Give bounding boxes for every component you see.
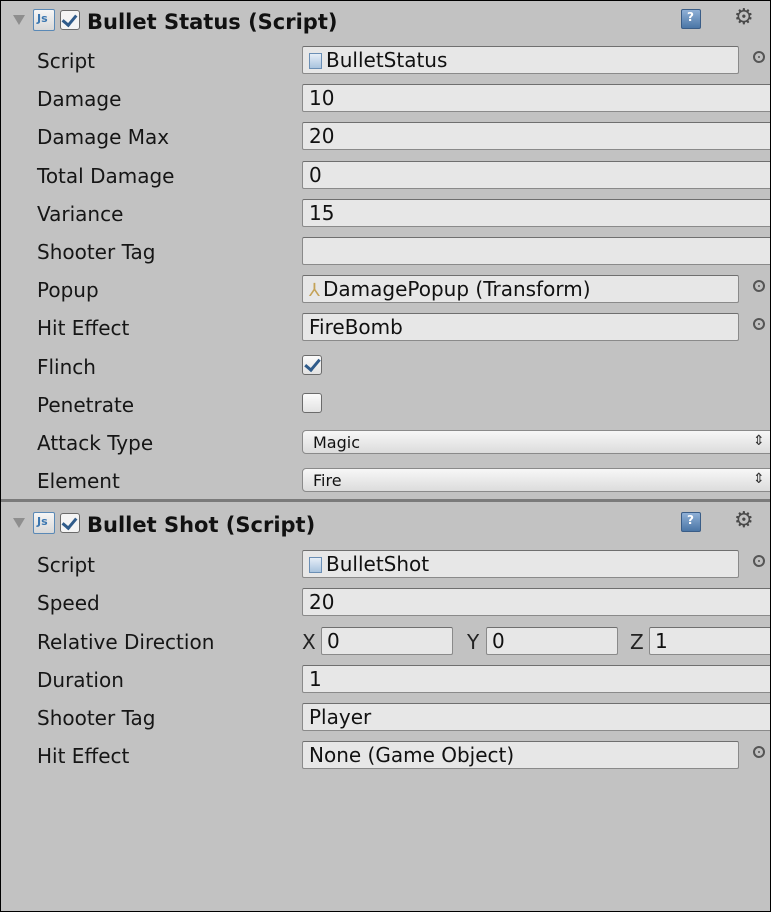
field-row-hit-effect: Hit Effect FireBomb [1, 308, 770, 346]
bullet-shot-header[interactable]: Js Bullet Shot (Script) ? ⚙ [1, 499, 770, 546]
field-label: Damage Max [37, 125, 170, 150]
object-picker-icon[interactable] [753, 280, 765, 293]
damage-max-input[interactable]: 20 [302, 122, 770, 151]
field-row-shooter-tag: Shooter Tag Player [1, 698, 770, 736]
variance-input[interactable]: 15 [302, 198, 770, 227]
field-row-popup: Popup ⅄ DamagePopup (Transform) [1, 270, 770, 308]
field-label: Popup [37, 278, 99, 303]
component-enabled-checkbox[interactable] [60, 513, 80, 534]
damage-input[interactable]: 10 [302, 84, 770, 113]
dropdown-arrows-icon: ⇕ [753, 471, 765, 488]
inspector-panel: Js Bullet Status (Script) ? ⚙ Script Bul… [0, 0, 771, 912]
direction-y-input[interactable]: 0 [486, 626, 618, 655]
direction-x-input[interactable]: 0 [321, 626, 453, 655]
field-label: Attack Type [37, 430, 154, 455]
field-row-script: Script BulletStatus [1, 41, 770, 79]
shooter-tag-input[interactable] [302, 236, 770, 265]
field-row-relative-direction: Relative Direction X 0 Y 0 Z 1 [1, 622, 770, 660]
component-enabled-checkbox[interactable] [60, 10, 80, 30]
gear-icon[interactable]: ⚙ [734, 5, 754, 30]
script-object-field[interactable]: BulletShot [302, 550, 739, 579]
total-damage-input[interactable]: 0 [302, 160, 770, 189]
help-book-icon[interactable]: ? [681, 9, 701, 29]
field-label: Relative Direction [37, 629, 215, 654]
field-label: Shooter Tag [37, 239, 156, 264]
field-row-element: Element Fire ⇕ [1, 461, 770, 499]
help-book-icon[interactable]: ? [681, 512, 701, 533]
flinch-checkbox[interactable] [302, 354, 322, 375]
z-axis-label: Z [630, 629, 644, 654]
x-axis-label: X [302, 629, 316, 654]
bullet-status-header[interactable]: Js Bullet Status (Script) ? ⚙ [1, 1, 770, 41]
penetrate-checkbox[interactable] [302, 392, 322, 413]
script-object-field[interactable]: BulletStatus [302, 46, 739, 74]
field-label: Variance [37, 201, 124, 226]
field-row-flinch: Flinch [1, 347, 770, 385]
field-row-damage-max: Damage Max 20 [1, 117, 770, 155]
object-picker-icon[interactable] [753, 51, 765, 63]
component-title: Bullet Shot (Script) [87, 513, 316, 538]
hit-effect-object-field[interactable]: None (Game Object) [302, 741, 739, 770]
field-row-script: Script BulletShot [1, 545, 770, 583]
field-row-hit-effect: Hit Effect None (Game Object) [1, 736, 770, 774]
dropdown-arrows-icon: ⇕ [753, 432, 765, 449]
field-label: Total Damage [37, 163, 175, 188]
object-picker-icon[interactable] [753, 746, 765, 759]
check-icon [61, 513, 78, 531]
field-label: Element [37, 469, 120, 494]
attack-type-dropdown[interactable]: Magic ⇕ [302, 429, 770, 454]
field-label: Penetrate [37, 392, 135, 417]
script-file-icon [309, 557, 322, 574]
field-row-total-damage: Total Damage 0 [1, 156, 770, 194]
object-picker-icon[interactable] [753, 318, 765, 331]
fold-arrow-icon[interactable] [13, 15, 25, 25]
popup-object-field[interactable]: ⅄ DamagePopup (Transform) [302, 275, 739, 304]
component-title: Bullet Status (Script) [87, 10, 338, 34]
element-dropdown[interactable]: Fire ⇕ [302, 468, 770, 493]
field-row-damage: Damage 10 [1, 79, 770, 117]
field-label: Flinch [37, 354, 96, 379]
y-axis-label: Y [467, 629, 480, 654]
direction-z-input[interactable]: 1 [649, 626, 770, 655]
duration-input[interactable]: 1 [302, 664, 770, 693]
fold-arrow-icon[interactable] [13, 518, 25, 529]
field-label: Script [37, 49, 96, 73]
field-label: Speed [37, 591, 100, 616]
field-row-speed: Speed 20 [1, 583, 770, 621]
js-script-icon: Js [33, 9, 55, 31]
field-label: Shooter Tag [37, 706, 156, 730]
transform-icon: ⅄ [309, 280, 320, 302]
script-file-icon [309, 53, 322, 69]
speed-input[interactable]: 20 [302, 588, 770, 617]
object-picker-icon[interactable] [753, 555, 765, 568]
field-row-variance: Variance 15 [1, 194, 770, 232]
check-icon [61, 10, 78, 28]
field-row-penetrate: Penetrate [1, 385, 770, 423]
check-icon [304, 354, 321, 372]
field-label: Script [37, 553, 96, 578]
field-row-attack-type: Attack Type Magic ⇕ [1, 423, 770, 461]
field-row-duration: Duration 1 [1, 660, 770, 698]
shooter-tag-input[interactable]: Player [302, 703, 770, 731]
field-label: Hit Effect [37, 316, 130, 341]
field-row-shooter-tag: Shooter Tag [1, 232, 770, 270]
js-script-icon: Js [33, 512, 55, 535]
field-label: Duration [37, 667, 124, 692]
gear-icon[interactable]: ⚙ [734, 508, 754, 533]
field-label: Damage [37, 87, 122, 112]
field-label: Hit Effect [37, 744, 130, 769]
hit-effect-object-field[interactable]: FireBomb [302, 313, 739, 342]
